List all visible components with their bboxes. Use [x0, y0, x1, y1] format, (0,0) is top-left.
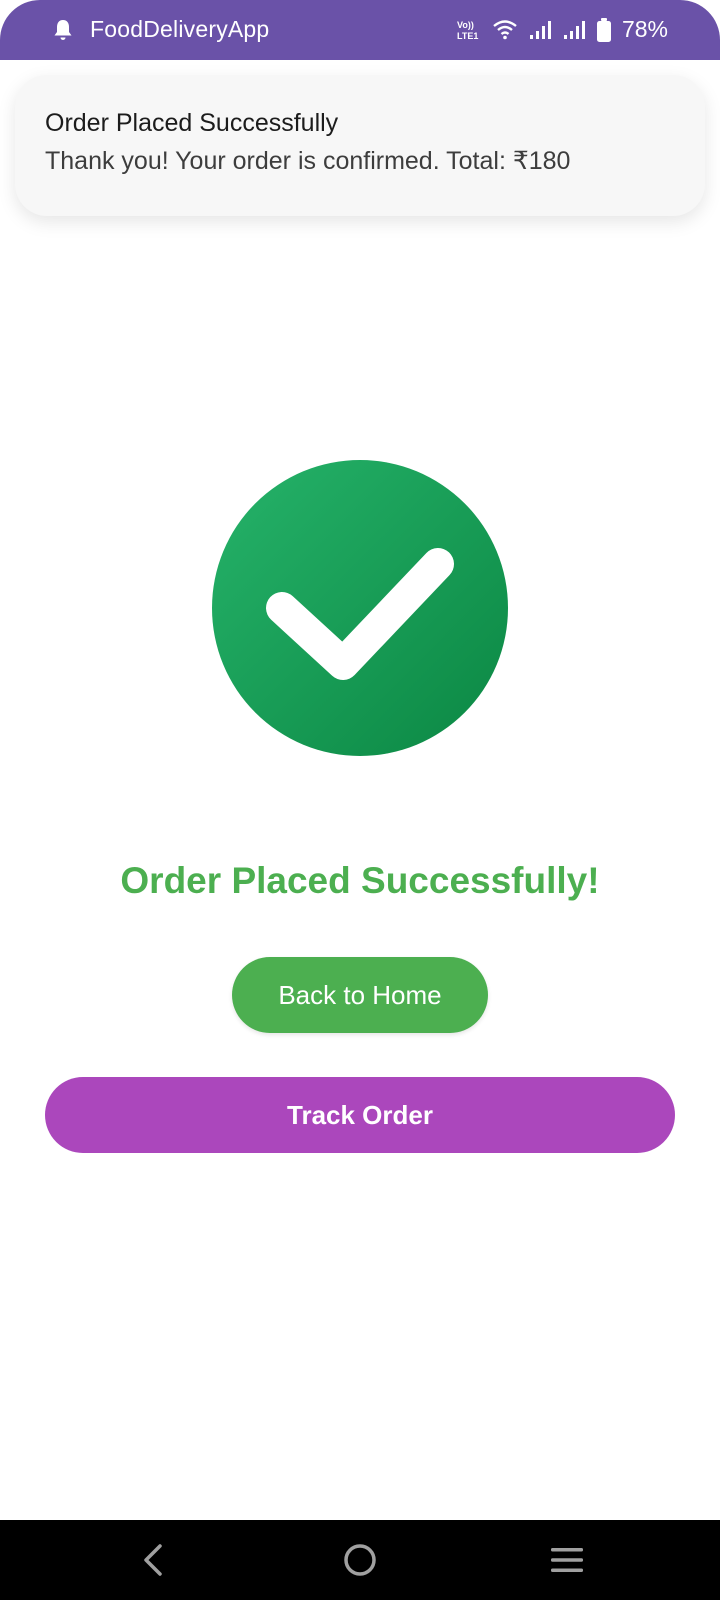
svg-text:Vo)): Vo)): [457, 20, 474, 30]
success-check-icon: [212, 460, 508, 756]
svg-text:LTE1: LTE1: [457, 31, 478, 41]
status-bar-right: Vo)) LTE1 78%: [456, 16, 668, 43]
menu-icon[interactable]: [547, 1540, 587, 1580]
signal-icon: [563, 20, 585, 39]
home-icon[interactable]: [340, 1540, 380, 1580]
notification-body: Thank you! Your order is confirmed. Tota…: [45, 147, 571, 175]
order-confirmation-screen: FoodDeliveryApp Vo)) LTE1 78% Order Plac…: [0, 0, 720, 1600]
back-to-home-button[interactable]: Back to Home: [232, 957, 488, 1033]
battery-icon: [596, 17, 611, 42]
notification-title: Order Placed Successfully: [45, 109, 339, 137]
track-order-button[interactable]: Track Order: [45, 1077, 675, 1153]
volte-icon: Vo)) LTE1: [457, 20, 478, 41]
battery-percentage: 78%: [621, 16, 668, 42]
system-navigation-bar: [0, 1520, 720, 1600]
status-app-name: FoodDeliveryApp: [90, 16, 270, 42]
back-icon[interactable]: [134, 1540, 174, 1580]
success-message: Order Placed Successfully!: [120, 860, 600, 901]
wifi-icon: [493, 19, 517, 39]
notification-bell-icon: [54, 19, 72, 40]
order-notification-card[interactable]: Order Placed Successfully Thank you! You…: [15, 75, 705, 216]
status-bar: FoodDeliveryApp Vo)) LTE1 78%: [0, 0, 720, 60]
signal-icon: [529, 20, 551, 39]
status-bar-left: FoodDeliveryApp: [52, 16, 269, 43]
